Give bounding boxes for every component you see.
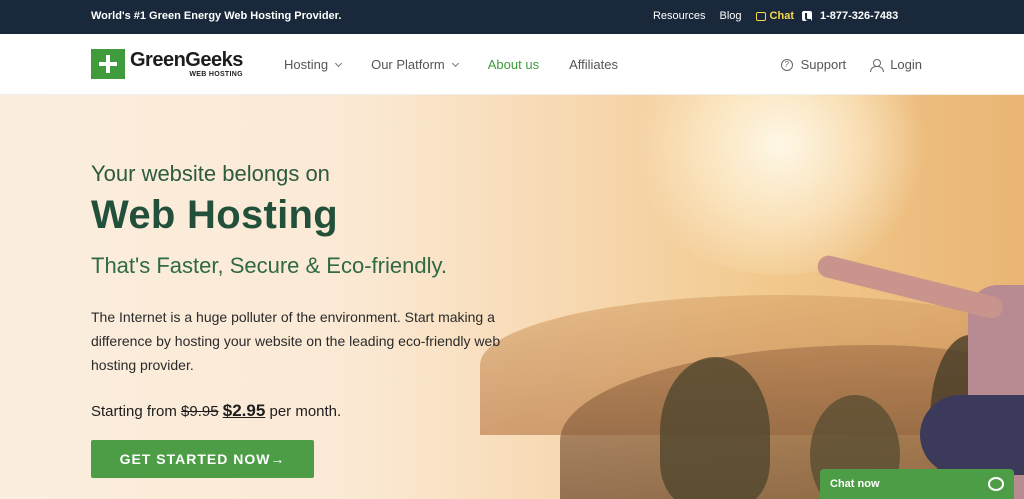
hero-tree bbox=[660, 357, 770, 499]
nav-right: ? Support Login bbox=[757, 57, 922, 72]
chat-now-widget[interactable]: Chat now bbox=[820, 469, 1014, 499]
nav-item-label: Affiliates bbox=[569, 57, 618, 72]
hero-pre-title: Your website belongs on bbox=[91, 161, 330, 186]
chevron-down-icon bbox=[451, 59, 459, 67]
help-icon: ? bbox=[780, 58, 793, 71]
logo[interactable]: GreenGeeks WEB HOSTING bbox=[91, 49, 243, 79]
price-suffix: per month. bbox=[269, 403, 342, 420]
hero-sun-glow bbox=[620, 95, 940, 275]
price-prefix: Starting from bbox=[91, 403, 177, 420]
logo-subtitle: WEB HOSTING bbox=[189, 71, 243, 78]
support-link[interactable]: ? Support bbox=[780, 57, 847, 72]
top-bar-links: Resources Blog Chat bbox=[639, 10, 794, 22]
login-link[interactable]: Login bbox=[870, 57, 922, 72]
get-started-button[interactable]: GET STARTED NOW→ bbox=[91, 440, 314, 478]
chat-bubble-icon bbox=[988, 477, 1004, 491]
hero-person-leg bbox=[920, 395, 1024, 475]
logo-name: GreenGeeks bbox=[130, 49, 243, 71]
nav-item-label: About us bbox=[487, 57, 540, 72]
nav-item-affiliates[interactable]: Affiliates bbox=[569, 57, 618, 72]
chat-link[interactable]: Chat bbox=[755, 10, 794, 22]
blog-link[interactable]: Blog bbox=[720, 10, 742, 22]
price-new: $2.95 bbox=[222, 401, 266, 420]
nav-menu: Hosting Our Platform About us Affiliates bbox=[284, 57, 648, 72]
chat-now-label: Chat now bbox=[830, 478, 880, 490]
user-icon bbox=[870, 58, 885, 72]
login-label: Login bbox=[890, 57, 922, 72]
chat-link-label: Chat bbox=[769, 10, 794, 22]
nav-item-label: Our Platform bbox=[371, 57, 445, 72]
phone-number: 1-877-326-7483 bbox=[820, 10, 899, 22]
top-bar-tagline: World's #1 Green Energy Web Hosting Prov… bbox=[91, 10, 342, 22]
nav-item-about-us[interactable]: About us bbox=[488, 57, 539, 72]
chevron-down-icon bbox=[335, 59, 343, 67]
nav-item-label: Hosting bbox=[284, 57, 329, 72]
support-label: Support bbox=[800, 57, 847, 72]
price-old: $9.95 bbox=[181, 403, 219, 420]
nav-item-our-platform[interactable]: Our Platform bbox=[371, 57, 459, 72]
chat-bubble-icon bbox=[755, 11, 766, 21]
phone-link[interactable]: 1-877-326-7483 bbox=[802, 10, 898, 22]
phone-icon bbox=[802, 11, 812, 21]
top-bar: World's #1 Green Energy Web Hosting Prov… bbox=[0, 0, 1024, 34]
hero-title: Web Hosting bbox=[91, 193, 338, 237]
plus-logo-icon bbox=[91, 49, 125, 79]
hero-description: The Internet is a huge polluter of the e… bbox=[91, 309, 501, 373]
main-nav: GreenGeeks WEB HOSTING Hosting Our Platf… bbox=[0, 34, 1024, 95]
hero-price: Starting from $9.95 $2.95 per month. bbox=[91, 401, 341, 421]
resources-link[interactable]: Resources bbox=[653, 10, 706, 22]
hero-section: Your website belongs on Web Hosting That… bbox=[0, 95, 1024, 499]
nav-item-hosting[interactable]: Hosting bbox=[284, 57, 343, 72]
hero-subtitle: That's Faster, Secure & Eco-friendly. bbox=[91, 253, 447, 278]
